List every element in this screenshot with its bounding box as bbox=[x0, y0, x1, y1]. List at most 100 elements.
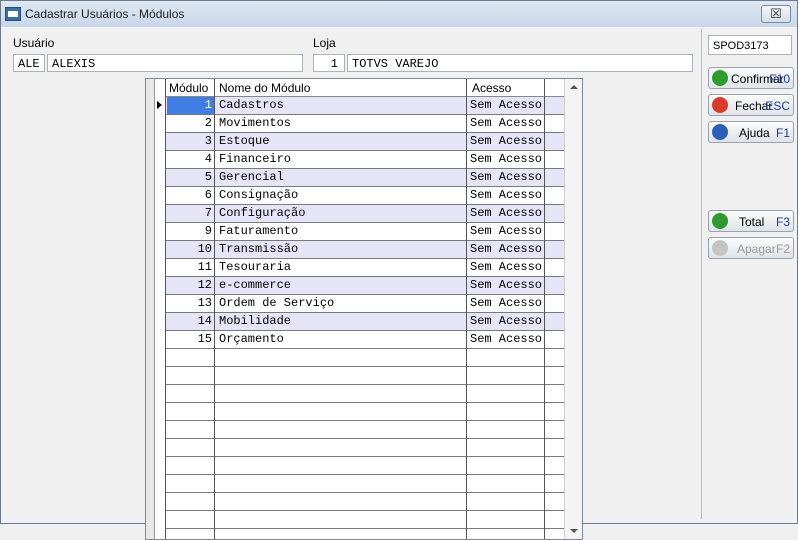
table-row[interactable]: 5 Gerencial Sem Acesso bbox=[166, 169, 564, 187]
cell-nome[interactable]: Gerencial bbox=[217, 169, 469, 186]
disabled-circle-icon bbox=[712, 240, 728, 256]
total-key: F3 bbox=[775, 215, 790, 229]
close-icon bbox=[712, 97, 728, 113]
cell-modulo[interactable]: 5 bbox=[166, 169, 214, 186]
usuario-label: Usuário bbox=[13, 36, 55, 50]
station-code: SPOD3173 bbox=[708, 35, 792, 55]
scroll-up-icon[interactable] bbox=[570, 85, 578, 89]
usuario-code-field[interactable]: ALE bbox=[13, 54, 45, 72]
table-row[interactable]: 1 Cadastros Sem Acesso bbox=[166, 97, 564, 115]
usuario-name-field[interactable]: ALEXIS bbox=[47, 54, 303, 72]
table-row[interactable]: 3 Estoque Sem Acesso bbox=[166, 133, 564, 151]
col-acesso-header[interactable]: Acesso bbox=[472, 81, 511, 95]
cell-acesso[interactable]: Sem Acesso bbox=[469, 205, 548, 222]
cell-nome[interactable]: Faturamento bbox=[217, 223, 469, 240]
table-row[interactable]: 12 e-commerce Sem Acesso bbox=[166, 277, 564, 295]
cell-acesso[interactable]: Sem Acesso bbox=[469, 331, 548, 348]
cell-nome[interactable]: e-commerce bbox=[217, 277, 469, 294]
table-row[interactable]: 13 Ordem de Serviço Sem Acesso bbox=[166, 295, 564, 313]
cell-nome[interactable]: Orçamento bbox=[217, 331, 469, 348]
cell-acesso[interactable]: Sem Acesso bbox=[469, 169, 548, 186]
confirm-button[interactable]: Confirmar F10 bbox=[708, 67, 794, 89]
cell-nome[interactable]: Cadastros bbox=[217, 97, 469, 114]
table-row[interactable]: 15 Orçamento Sem Acesso bbox=[166, 331, 564, 349]
cell-nome[interactable]: Tesouraria bbox=[217, 259, 469, 276]
cell-acesso[interactable]: Sem Acesso bbox=[469, 151, 548, 168]
grid-header: Módulo Nome do Módulo Acesso bbox=[166, 79, 564, 97]
cell-nome[interactable]: Configuração bbox=[217, 205, 469, 222]
cell-modulo[interactable]: 11 bbox=[166, 259, 214, 276]
cell-modulo[interactable]: 13 bbox=[166, 295, 214, 312]
cell-acesso[interactable]: Sem Acesso bbox=[469, 241, 548, 258]
close-button[interactable]: Fechar ESC bbox=[708, 94, 794, 116]
close-key: ESC bbox=[765, 99, 790, 113]
title-bar: Cadastrar Usuários - Módulos ☒ bbox=[1, 1, 797, 27]
table-row[interactable] bbox=[166, 367, 564, 385]
cell-modulo[interactable]: 10 bbox=[166, 241, 214, 258]
table-row[interactable] bbox=[166, 421, 564, 439]
table-row[interactable] bbox=[166, 493, 564, 511]
table-row[interactable] bbox=[166, 475, 564, 493]
col-modulo-header[interactable]: Módulo bbox=[169, 81, 208, 95]
cell-acesso[interactable]: Sem Acesso bbox=[469, 115, 548, 132]
cell-nome[interactable]: Estoque bbox=[217, 133, 469, 150]
cell-modulo[interactable]: 12 bbox=[166, 277, 214, 294]
cell-modulo[interactable]: 9 bbox=[166, 223, 214, 240]
table-row[interactable]: 14 Mobilidade Sem Acesso bbox=[166, 313, 564, 331]
table-row[interactable]: 9 Faturamento Sem Acesso bbox=[166, 223, 564, 241]
loja-code-field[interactable]: 1 bbox=[313, 54, 345, 72]
cell-nome[interactable]: Financeiro bbox=[217, 151, 469, 168]
help-button[interactable]: Ajuda F1 bbox=[708, 121, 794, 143]
table-row[interactable]: 6 Consignação Sem Acesso bbox=[166, 187, 564, 205]
cell-acesso[interactable]: Sem Acesso bbox=[469, 295, 548, 312]
apagar-button[interactable]: Apagar F2 bbox=[708, 237, 794, 259]
table-row[interactable] bbox=[166, 511, 564, 529]
row-indicator-column bbox=[155, 79, 166, 539]
table-row[interactable] bbox=[166, 385, 564, 403]
cell-acesso[interactable]: Sem Acesso bbox=[469, 187, 548, 204]
main-window: Cadastrar Usuários - Módulos ☒ Usuário A… bbox=[0, 0, 798, 540]
vertical-scrollbar[interactable] bbox=[564, 79, 582, 539]
cell-acesso[interactable]: Sem Acesso bbox=[469, 259, 548, 276]
cell-acesso[interactable]: Sem Acesso bbox=[469, 223, 548, 240]
grid-rows: 1 Cadastros Sem Acesso 2 Movimentos Sem Acess… bbox=[166, 97, 564, 529]
table-row[interactable]: 7 Configuração Sem Acesso bbox=[166, 205, 564, 223]
window-title: Cadastrar Usuários - Módulos bbox=[25, 7, 185, 21]
close-window-button[interactable]: ☒ bbox=[761, 5, 791, 23]
cell-acesso[interactable]: Sem Acesso bbox=[469, 313, 548, 330]
cell-modulo[interactable]: 2 bbox=[166, 115, 214, 132]
cell-acesso[interactable]: Sem Acesso bbox=[469, 97, 548, 114]
col-nome-header[interactable]: Nome do Módulo bbox=[219, 81, 310, 95]
total-label: Total bbox=[739, 215, 765, 229]
table-row[interactable]: 10 Transmissão Sem Acesso bbox=[166, 241, 564, 259]
cell-modulo[interactable]: 4 bbox=[166, 151, 214, 168]
cell-modulo[interactable]: 3 bbox=[166, 133, 214, 150]
cell-modulo[interactable]: 15 bbox=[166, 331, 214, 348]
table-row[interactable] bbox=[166, 457, 564, 475]
total-button[interactable]: Total F3 bbox=[708, 210, 794, 232]
table-row[interactable] bbox=[166, 439, 564, 457]
table-row[interactable] bbox=[166, 349, 564, 367]
cell-acesso[interactable]: Sem Acesso bbox=[469, 277, 548, 294]
cell-nome[interactable]: Consignação bbox=[217, 187, 469, 204]
cell-acesso[interactable]: Sem Acesso bbox=[469, 133, 548, 150]
table-row[interactable] bbox=[166, 403, 564, 421]
cell-modulo[interactable]: 14 bbox=[166, 313, 214, 330]
modules-grid[interactable]: Módulo Nome do Módulo Acesso 1 Cadastros S… bbox=[145, 78, 583, 540]
scroll-down-icon[interactable] bbox=[570, 529, 578, 533]
loja-label: Loja bbox=[313, 36, 336, 50]
cell-nome[interactable]: Mobilidade bbox=[217, 313, 469, 330]
cell-modulo[interactable]: 1 bbox=[166, 97, 214, 114]
cell-modulo[interactable]: 6 bbox=[166, 187, 214, 204]
cell-nome[interactable]: Ordem de Serviço bbox=[217, 295, 469, 312]
table-row[interactable]: 11 Tesouraria Sem Acesso bbox=[166, 259, 564, 277]
help-label: Ajuda bbox=[739, 126, 770, 140]
table-row[interactable]: 2 Movimentos Sem Acesso bbox=[166, 115, 564, 133]
cell-nome[interactable]: Movimentos bbox=[217, 115, 469, 132]
cell-nome[interactable]: Transmissão bbox=[217, 241, 469, 258]
check-icon bbox=[712, 70, 728, 86]
table-row[interactable]: 4 Financeiro Sem Acesso bbox=[166, 151, 564, 169]
cell-modulo[interactable]: 7 bbox=[166, 205, 214, 222]
loja-name-field[interactable]: TOTVS VAREJO bbox=[347, 54, 693, 72]
col-divider bbox=[466, 79, 467, 539]
